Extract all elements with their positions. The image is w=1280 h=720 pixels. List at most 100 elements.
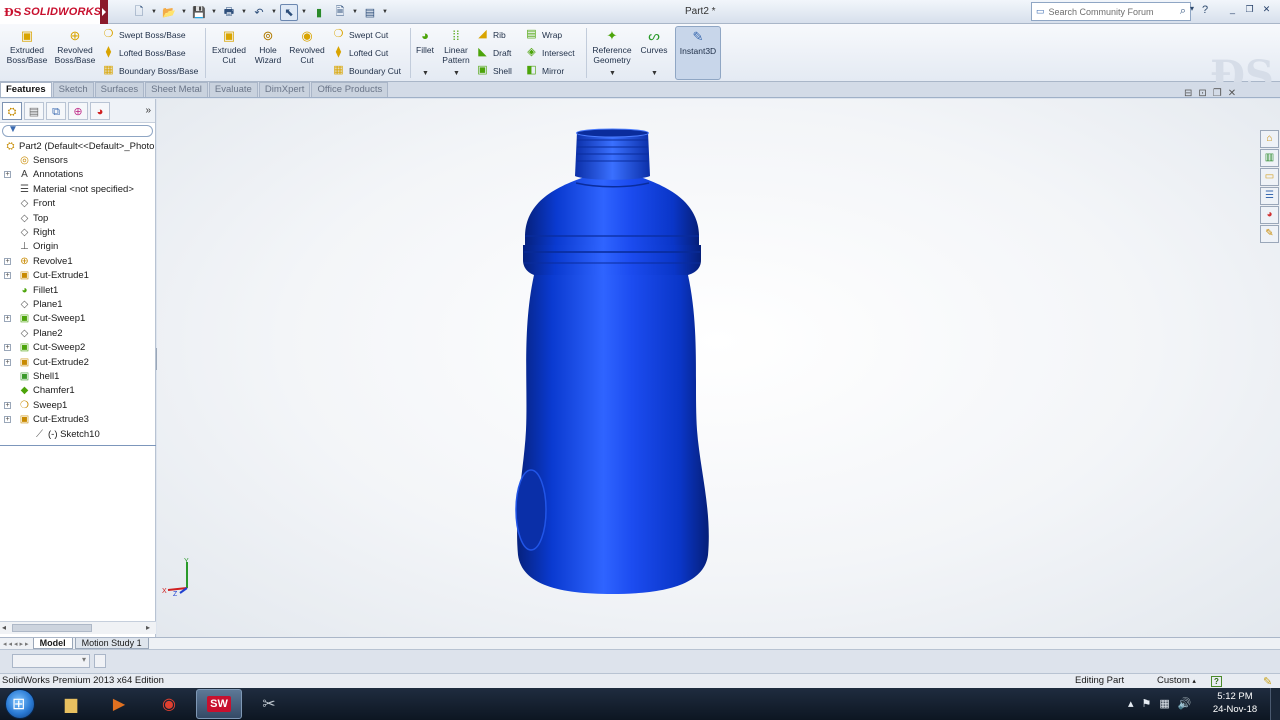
restore-icon[interactable]: ❐	[1243, 3, 1256, 16]
undo-dropdown-icon[interactable]: ▼	[271, 9, 277, 15]
expand-toggle-icon[interactable]: +	[4, 171, 11, 179]
extruded-cut-button[interactable]: ▣ Extruded Cut	[208, 28, 250, 65]
expand-toggle-icon[interactable]: +	[4, 272, 11, 280]
tab-scroll-arrows-icon[interactable]: ◂◂◂▸▸	[3, 640, 31, 648]
boundary-boss-button[interactable]: ▦ Boundary Boss/Base	[102, 64, 198, 77]
revolved-boss-button[interactable]: ⊕ Revolved Boss/Base	[53, 28, 97, 65]
viewport-minimize-icon[interactable]: ⊡	[1198, 88, 1206, 99]
scroll-right-icon[interactable]: ▸	[146, 623, 150, 632]
volume-icon[interactable]: 🔊	[1178, 697, 1192, 710]
tree-item[interactable]: + ▣ Cut-Sweep1	[0, 312, 155, 326]
solidworks-logo[interactable]: ƉS SOLIDWORKS	[0, 0, 101, 24]
select-dropdown-icon[interactable]: ▼	[301, 9, 307, 15]
solidworks-taskbar-icon[interactable]: SW	[196, 689, 242, 719]
network-icon[interactable]: ▦	[1159, 697, 1169, 710]
tree-item[interactable]: ⟋ (-) Sketch10	[0, 427, 155, 441]
tab-model[interactable]: Model	[32, 638, 73, 649]
revolved-cut-button[interactable]: ◉ Revolved Cut	[286, 28, 328, 65]
feature-tree-tab-icon[interactable]: ⛭	[2, 101, 22, 120]
select-cursor-icon[interactable]: ⬉	[280, 3, 298, 21]
tree-item[interactable]: + ▣ Cut-Extrude2	[0, 355, 155, 369]
print-dropdown-icon[interactable]: ▼	[241, 9, 247, 15]
view-palette-icon[interactable]: ☰	[1260, 187, 1279, 205]
custom-properties-icon[interactable]: ✎	[1260, 225, 1279, 243]
tab-surfaces[interactable]: Surfaces	[94, 82, 145, 97]
viewport-close-icon[interactable]: ✕	[1228, 88, 1236, 99]
tree-item[interactable]: ⛭ Part2 (Default<<Default>_Photo	[0, 139, 155, 153]
expand-toggle-icon[interactable]: +	[4, 358, 11, 366]
rebuild-status-icon[interactable]: ✎	[1263, 675, 1272, 689]
menu-expand-arrow[interactable]	[100, 0, 108, 24]
shell-button[interactable]: ▣ Shell	[476, 64, 512, 77]
tab-sheet-metal[interactable]: Sheet Metal	[145, 82, 208, 97]
tab-dimxpert[interactable]: DimXpert	[258, 82, 311, 97]
save-icon[interactable]: 💾	[190, 4, 208, 21]
pattern-dropdown-icon[interactable]: ▼	[453, 70, 460, 77]
configuration-select[interactable]	[12, 654, 90, 668]
instant3d-button[interactable]: ✎ Instant3D	[675, 26, 721, 80]
search-dropdown-icon[interactable]: ▾	[1190, 4, 1194, 16]
tree-item[interactable]: ◇ Front	[0, 197, 155, 211]
tree-item[interactable]: + A Annotations	[0, 168, 155, 182]
more-tabs-icon[interactable]: »	[145, 105, 151, 116]
tree-item[interactable]: ◆ Chamfer1	[0, 384, 155, 398]
close-icon[interactable]: ✕	[1260, 3, 1273, 16]
explorer-taskbar-icon[interactable]: ▆	[48, 689, 94, 719]
fillet-dropdown-icon[interactable]: ▼	[422, 70, 429, 77]
rib-button[interactable]: ◢ Rib	[476, 28, 506, 41]
extruded-boss-button[interactable]: ▣ Extruded Boss/Base	[5, 28, 49, 65]
action-center-icon[interactable]: ⚑	[1142, 697, 1152, 710]
tab-office-products[interactable]: Office Products	[311, 82, 389, 97]
help-icon[interactable]: ?	[1202, 4, 1208, 16]
tree-item[interactable]: ◇ Right	[0, 225, 155, 239]
draft-button[interactable]: ◣ Draft	[476, 46, 511, 59]
search-scope-icon[interactable]: ▭	[1036, 6, 1045, 17]
quick-tips-icon[interactable]: ?	[1211, 676, 1222, 687]
media-player-taskbar-icon[interactable]: ▶	[96, 689, 142, 719]
chrome-taskbar-icon[interactable]: ◉	[146, 689, 192, 719]
swept-boss-button[interactable]: ❍ Swept Boss/Base	[102, 28, 186, 41]
minimize-icon[interactable]: _	[1226, 3, 1239, 16]
viewport-restore-icon[interactable]: ❐	[1213, 88, 1222, 99]
undo-icon[interactable]: ↶	[250, 4, 268, 21]
dimxpert-manager-tab-icon[interactable]: ⊕	[68, 101, 88, 120]
intersect-button[interactable]: ◈ Intersect	[525, 46, 574, 59]
curves-dropdown-icon[interactable]: ▼	[651, 70, 658, 77]
tree-item[interactable]: + ▣ Cut-Extrude1	[0, 269, 155, 283]
tree-item[interactable]: ◇ Plane2	[0, 326, 155, 340]
expand-toggle-icon[interactable]: +	[4, 257, 11, 265]
new-dropdown-icon[interactable]: ▼	[151, 9, 157, 15]
save-dropdown-icon[interactable]: ▼	[211, 9, 217, 15]
system-clock[interactable]: 5:12 PM 24-Nov-18	[1208, 690, 1262, 716]
tree-item[interactable]: ◇ Top	[0, 211, 155, 225]
expand-toggle-icon[interactable]: +	[4, 315, 11, 323]
tree-item[interactable]: + ▣ Cut-Extrude3	[0, 412, 155, 426]
tree-rollback-bar[interactable]	[0, 445, 156, 446]
display-manager-tab-icon[interactable]: ◕	[90, 101, 110, 120]
expand-toggle-icon[interactable]: +	[4, 401, 11, 409]
mirror-button[interactable]: ◧ Mirror	[525, 64, 564, 77]
fillet-button[interactable]: ◕ Fillet	[413, 28, 437, 55]
show-desktop-button[interactable]	[1270, 688, 1280, 720]
wrap-button[interactable]: ▤ Wrap	[525, 28, 562, 41]
lofted-boss-button[interactable]: ⧫ Lofted Boss/Base	[102, 46, 186, 59]
design-library-icon[interactable]: ▥	[1260, 149, 1279, 167]
options-dropdown-icon[interactable]: ▼	[382, 9, 388, 15]
tab-motion-study[interactable]: Motion Study 1	[74, 638, 149, 649]
units-selector[interactable]: Custom ▴	[1157, 674, 1196, 689]
tab-evaluate[interactable]: Evaluate	[208, 82, 258, 97]
tree-item[interactable]: + ⊕ Revolve1	[0, 254, 155, 268]
search-community-forum[interactable]: ▭ Search Community Forum ⌕	[1031, 2, 1191, 21]
new-document-icon[interactable]: 🗋	[130, 4, 148, 21]
swept-cut-button[interactable]: ❍ Swept Cut	[332, 28, 389, 41]
open-dropdown-icon[interactable]: ▼	[181, 9, 187, 15]
curves-button[interactable]: ᔕ Curves	[637, 28, 671, 55]
lofted-cut-button[interactable]: ⧫ Lofted Cut	[332, 46, 388, 59]
boundary-cut-button[interactable]: ▦ Boundary Cut	[332, 64, 401, 77]
file-properties-icon[interactable]: 🗎	[331, 4, 349, 21]
scroll-left-icon[interactable]: ◂	[2, 623, 6, 632]
hole-wizard-button[interactable]: ⊚ Hole Wizard	[250, 28, 286, 65]
tree-item[interactable]: ◇ Plane1	[0, 297, 155, 311]
rebuild-traffic-light-icon[interactable]: ▮	[310, 4, 328, 21]
reference-geometry-button[interactable]: ✦ Reference Geometry	[589, 28, 635, 65]
